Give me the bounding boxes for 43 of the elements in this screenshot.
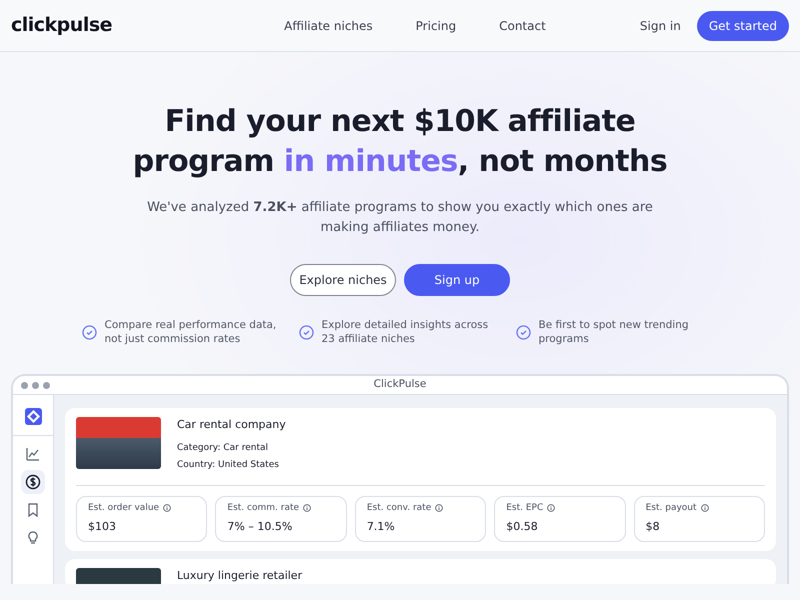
metric-value: 7.1% — [366, 519, 396, 535]
program-name: Luxury lingerie retailer — [177, 568, 302, 584]
info-icon[interactable] — [435, 504, 444, 512]
metric-label: Est. comm. rate — [227, 502, 300, 514]
metric-value: 7% – 10.5% — [227, 519, 294, 535]
metric-label: Est. EPC — [506, 502, 544, 514]
country-text: Country: United States — [177, 459, 280, 472]
feature-text: Compare real performance data, not just commission rates — [104, 318, 278, 346]
logo[interactable]: clickpulse — [11, 11, 112, 40]
nav-link[interactable]: Pricing — [416, 16, 456, 34]
window-dot — [21, 382, 28, 388]
feature-text: Explore detailed insights across 23 affiliate niches — [322, 318, 490, 346]
nav-link[interactable]: Affiliate niches — [284, 16, 373, 34]
metric-value: $103 — [88, 519, 117, 535]
sidebar-item[interactable] — [21, 470, 45, 494]
feature-text: Be first to spot new trending programs — [538, 318, 690, 346]
check-circle-icon — [516, 324, 530, 340]
category-text: Category: Car rental — [177, 442, 269, 454]
info-icon[interactable] — [303, 504, 312, 512]
info-icon[interactable] — [700, 504, 709, 512]
program-name: Car rental company — [177, 417, 286, 433]
info-icon[interactable] — [547, 504, 556, 512]
window-dot — [43, 382, 50, 388]
check-circle-icon — [82, 324, 96, 340]
sign-up-button[interactable]: Sign up — [404, 264, 510, 296]
subtitle: We've analyzed 7.2K+ affiliate programs to show you exactly which ones are making affiliates money. — [146, 199, 654, 237]
get-started-button[interactable]: Get started — [696, 10, 789, 40]
info-icon[interactable] — [163, 504, 172, 512]
metric-label: Est. payout — [646, 502, 697, 514]
check-circle-icon — [298, 324, 314, 340]
app-logo-icon[interactable] — [24, 408, 42, 425]
metric-value: $8 — [646, 519, 661, 535]
explore-button[interactable]: Explore niches — [290, 264, 396, 296]
metric-value: $0.58 — [506, 519, 539, 535]
headline: Find your next $10K affiliate program in minutes, not months — [132, 103, 668, 181]
window-dot — [32, 382, 39, 388]
sign-in-link[interactable]: Sign in — [640, 16, 681, 34]
metric-label: Est. conv. rate — [366, 502, 432, 514]
nav-link[interactable]: Contact — [499, 16, 546, 34]
dollar-icon — [25, 474, 41, 490]
chart-icon — [25, 446, 41, 462]
window-title: ClickPulse — [374, 377, 426, 392]
metric-label: Est. order value — [88, 502, 160, 514]
